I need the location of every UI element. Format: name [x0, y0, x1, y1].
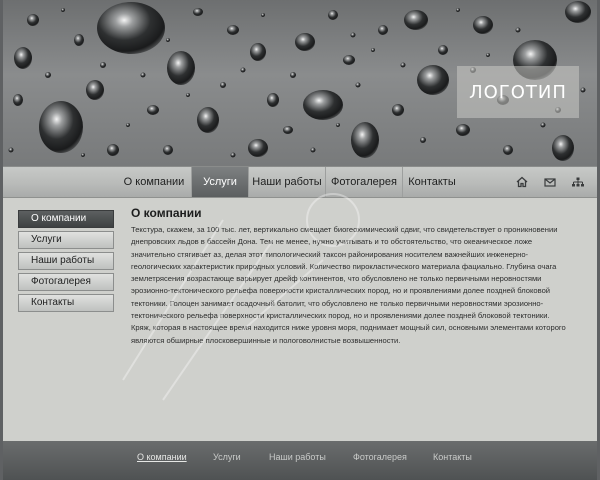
content-body: Текстура, скажем, за 100 тыс. лет, верти…	[131, 225, 566, 345]
sidebar-item-services[interactable]: Услуги	[18, 231, 114, 249]
top-nav-item-about[interactable]: О компании	[117, 167, 192, 197]
footer-link-services[interactable]: Услуги	[213, 452, 241, 462]
home-icon[interactable]	[515, 175, 529, 189]
top-nav-item-works[interactable]: Наши работы	[249, 167, 326, 197]
header-banner: ЛОГОТИП	[3, 0, 597, 166]
sidebar-item-works[interactable]: Наши работы	[18, 252, 114, 270]
sidebar-item-about[interactable]: О компании	[18, 210, 114, 228]
top-nav: О компании Услуги Наши работы Фотогалере…	[3, 166, 597, 198]
page-title: О компании	[131, 206, 202, 220]
top-nav-item-contacts[interactable]: Контакты	[403, 167, 461, 197]
top-nav-item-services[interactable]: Услуги	[192, 167, 249, 197]
sidebar-item-gallery[interactable]: Фотогалерея	[18, 273, 114, 291]
footer-link-works[interactable]: Наши работы	[269, 452, 326, 462]
footer-link-contacts[interactable]: Контакты	[433, 452, 472, 462]
top-nav-item-gallery[interactable]: Фотогалерея	[326, 167, 403, 197]
footer: О компании Услуги Наши работы Фотогалере…	[3, 441, 597, 480]
sidebar-item-contacts[interactable]: Контакты	[18, 294, 114, 312]
sitemap-icon[interactable]	[571, 175, 585, 189]
mail-icon[interactable]	[543, 175, 557, 189]
page-frame: ЛОГОТИП О компании Услуги Наши работы Фо…	[3, 0, 597, 480]
footer-link-gallery[interactable]: Фотогалерея	[353, 452, 407, 462]
sidebar: О компании Услуги Наши работы Фотогалере…	[18, 210, 114, 315]
footer-link-about[interactable]: О компании	[137, 452, 187, 462]
logo[interactable]: ЛОГОТИП	[457, 66, 579, 118]
